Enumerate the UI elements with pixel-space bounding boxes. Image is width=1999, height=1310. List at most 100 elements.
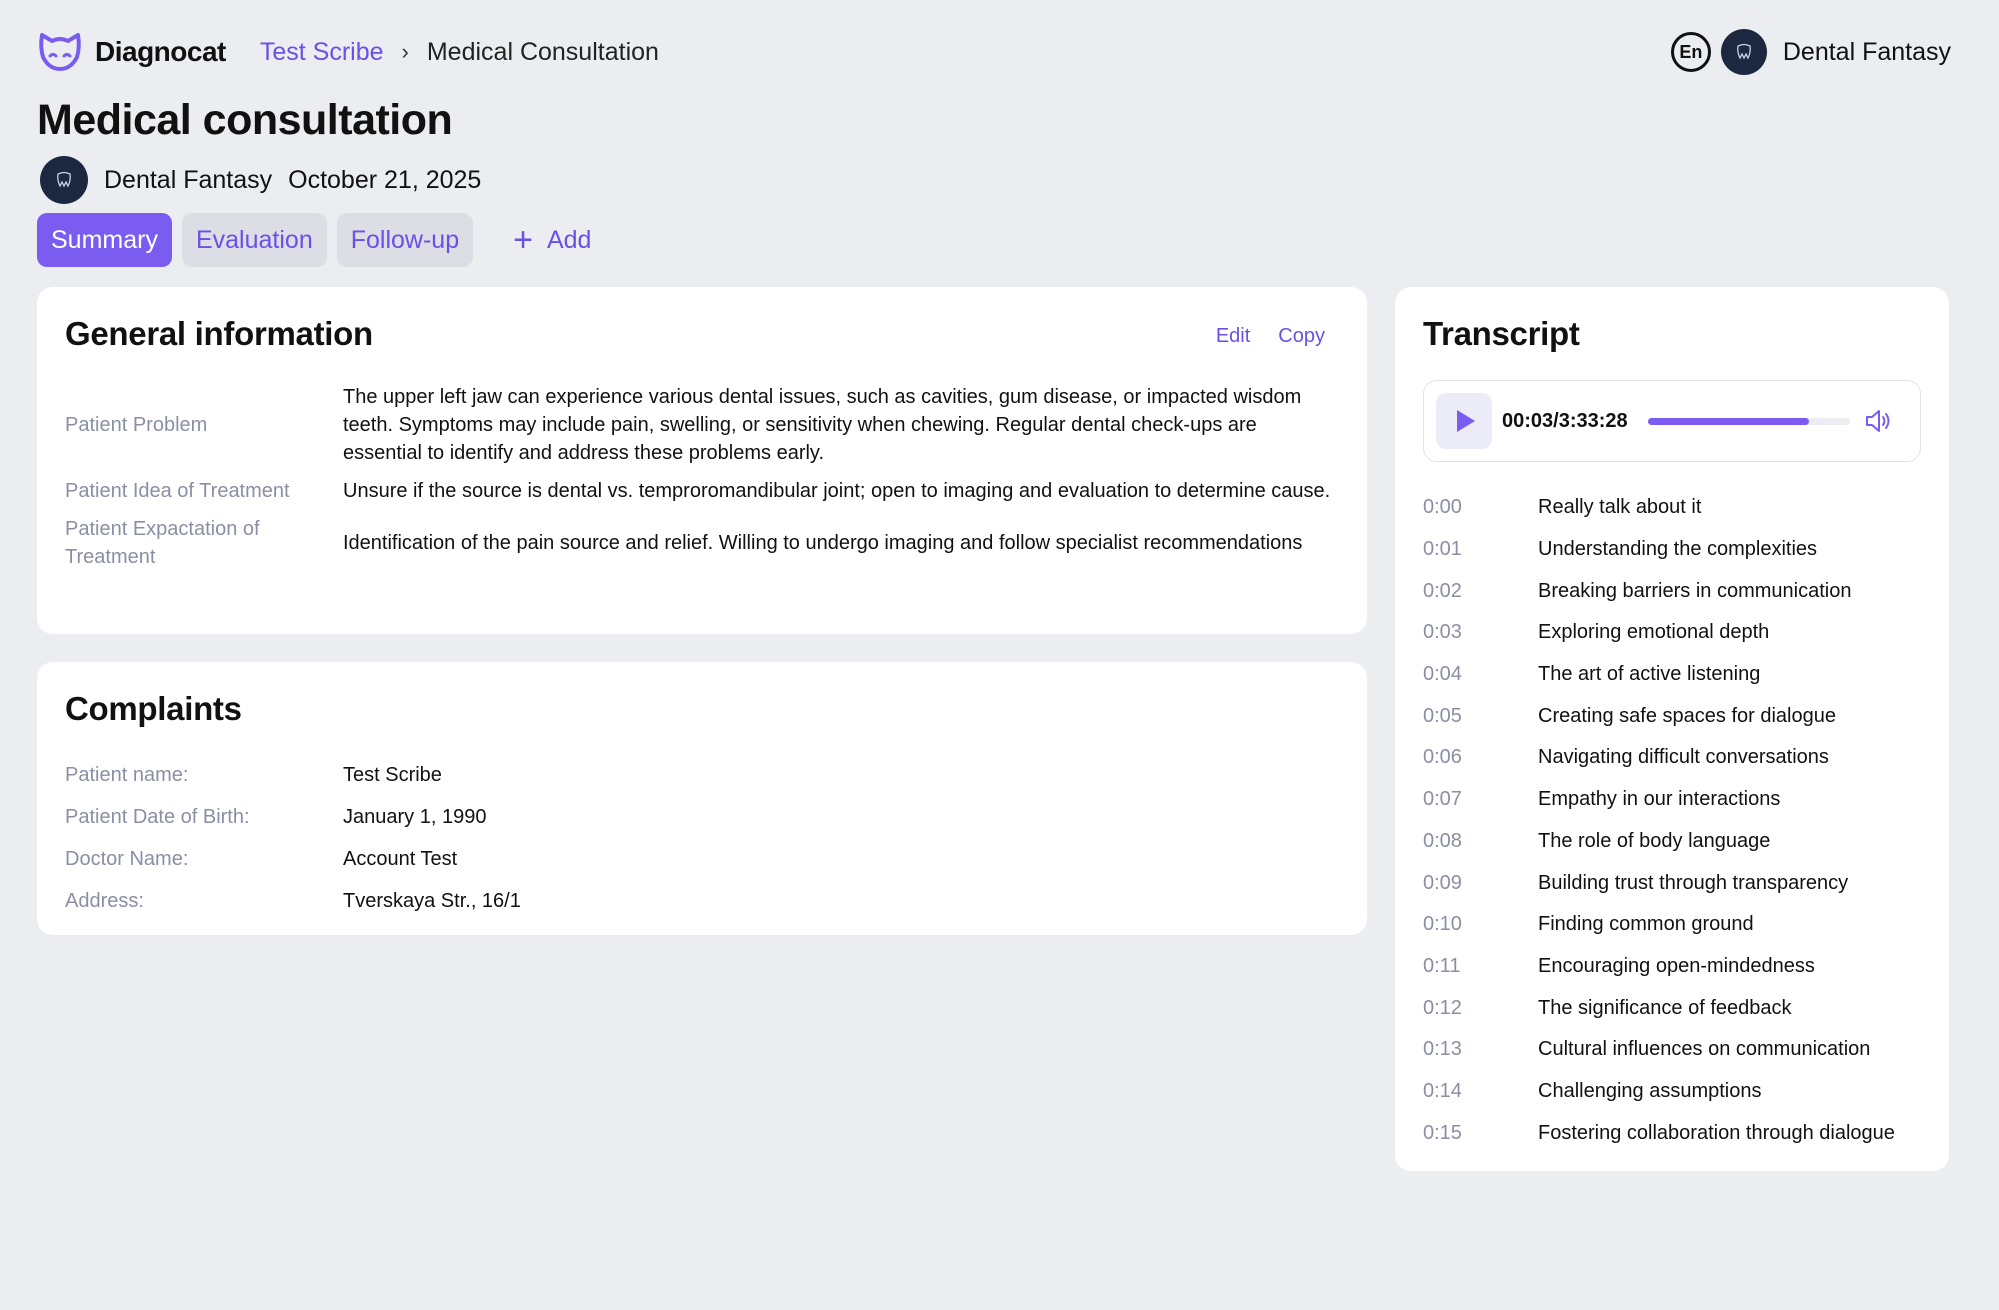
transcript-timestamp[interactable]: 0:00 [1423,496,1538,519]
edit-button[interactable]: Edit [1216,325,1250,348]
transcript-timestamp[interactable]: 0:04 [1423,663,1538,686]
transcript-line[interactable]: 0:08 The role of body language [1423,821,1933,863]
transcript-line[interactable]: 0:09 Building trust through transparency [1423,862,1933,904]
dental-clinic-logo [57,171,71,188]
tab-follow-up[interactable]: Follow-up [336,213,474,267]
info-table: Patient Problem The upper left jaw can e… [65,383,1335,581]
transcript-list: 0:00 Really talk about it 0:01 Understandin… [1423,487,1933,1154]
field-value: January 1, 1990 [343,805,487,828]
transcript-timestamp[interactable]: 0:12 [1423,997,1538,1020]
transcript-line[interactable]: 0:02 Breaking barriers in communication [1423,570,1933,612]
transcript-line[interactable]: 0:00 Really talk about it [1423,487,1933,529]
info-label: Patient Problem [65,414,208,436]
transcript-text: Exploring emotional depth [1538,621,1770,644]
complaints-card: Complaints Patient name: Test Scribe Pat… [37,662,1367,935]
transcript-timestamp[interactable]: 0:14 [1423,1080,1538,1103]
progress-bar[interactable] [1647,417,1850,425]
user-area: En Dental Fantasy [1670,29,1951,75]
playback-time: 00:03/3:33:28 [1502,409,1628,432]
transcript-card: Transcript 00:03/3:33:28 0:00 Really talk… [1395,287,1949,1171]
field-value: Tverskaya Str., 16/1 [343,889,521,912]
breadcrumb-current: Medical Consultation [426,37,659,66]
transcript-timestamp[interactable]: 0:06 [1423,746,1538,769]
transcript-timestamp[interactable]: 0:01 [1423,538,1538,561]
copy-button[interactable]: Copy [1278,325,1325,348]
info-label: Patient Idea of Treatment [65,480,290,502]
meta-date: October 21, 2025 [288,165,482,194]
transcript-timestamp[interactable]: 0:05 [1423,705,1538,728]
transcript-timestamp[interactable]: 0:07 [1423,788,1538,811]
transcript-text: The significance of feedback [1538,996,1792,1019]
plus-icon: + [513,221,533,259]
complaints-list: Patient name: Test Scribe Patient Date o… [65,754,521,922]
org-name[interactable]: Dental Fantasy [1783,38,1951,67]
transcript-line[interactable]: 0:03 Exploring emotional depth [1423,612,1933,654]
field-label: Doctor Name: [65,847,189,870]
transcript-line[interactable]: 0:06 Navigating difficult conversations [1423,737,1933,779]
avatar [40,156,88,204]
info-row: Patient Expactation of Treatment Identif… [65,515,1335,571]
add-label: Add [546,225,592,254]
transcript-timestamp[interactable]: 0:10 [1423,913,1538,936]
list-item: Address: Tverskaya Str., 16/1 [65,880,521,922]
transcript-text: The art of active listening [1538,663,1761,686]
transcript-line[interactable]: 0:10 Finding common ground [1423,904,1933,946]
transcript-line[interactable]: 0:04 The art of active listening [1423,654,1933,696]
tab-evaluation[interactable]: Evaluation [181,213,327,267]
transcript-timestamp[interactable]: 0:15 [1423,1122,1538,1145]
transcript-line[interactable]: 0:11 Encouraging open-mindedness [1423,946,1933,988]
transcript-text: Understanding the complexities [1538,538,1818,561]
transcript-text: Building trust through transparency [1538,871,1849,894]
transcript-text: Fostering collaboration through dialogue [1538,1121,1895,1144]
audio-player: 00:03/3:33:28 [1423,380,1921,462]
add-tab-button[interactable]: + Add [513,223,591,257]
info-label: Patient Expactation of Treatment [65,518,260,568]
volume-icon[interactable] [1862,405,1894,437]
breadcrumb-link[interactable]: Test Scribe [260,38,384,67]
card-title: General information [65,315,373,352]
transcript-line[interactable]: 0:14 Challenging assumptions [1423,1071,1933,1113]
field-label: Address: [65,889,144,912]
transcript-text: Empathy in our interactions [1538,788,1781,811]
transcript-text: Breaking barriers in communication [1538,579,1852,602]
general-information-card: General information Edit Copy Patient Pr… [37,287,1367,634]
play-button[interactable] [1436,393,1492,449]
field-label: Patient Date of Birth: [65,805,250,828]
info-value: Unsure if the source is dental vs. tempr… [343,480,1331,502]
transcript-timestamp[interactable]: 0:13 [1423,1038,1538,1061]
transcript-timestamp[interactable]: 0:02 [1423,580,1538,603]
transcript-timestamp[interactable]: 0:11 [1423,955,1538,978]
list-item: Doctor Name: Account Test [65,838,521,880]
transcript-text: Finding common ground [1538,913,1754,936]
avatar[interactable] [1720,29,1767,75]
field-value: Test Scribe [343,763,442,786]
transcript-line[interactable]: 0:13 Cultural influences on communication [1423,1029,1933,1071]
chevron-right-icon: › [401,39,409,64]
breadcrumb: Test Scribe › Medical Consultation [260,38,659,67]
transcript-text: Cultural influences on communication [1538,1038,1871,1061]
transcript-timestamp[interactable]: 0:03 [1423,621,1538,644]
transcript-line[interactable]: 0:05 Creating safe spaces for dialogue [1423,695,1933,737]
progress-fill [1647,417,1810,425]
meta-org-name: Dental Fantasy [104,165,273,194]
list-item: Patient Date of Birth: January 1, 1990 [65,796,521,838]
transcript-timestamp[interactable]: 0:09 [1423,872,1538,895]
card-actions: Edit Copy [1188,325,1325,348]
transcript-text: The role of body language [1538,829,1771,852]
info-value: Identification of the pain source and re… [343,532,1303,554]
transcript-line[interactable]: 0:01 Understanding the complexities [1423,529,1933,571]
info-row: Patient Problem The upper left jaw can e… [65,383,1335,467]
consultation-meta: Dental Fantasy October 21, 2025 [40,156,481,204]
transcript-line[interactable]: 0:12 The significance of feedback [1423,987,1933,1029]
transcript-line[interactable]: 0:07 Empathy in our interactions [1423,779,1933,821]
transcript-timestamp[interactable]: 0:08 [1423,830,1538,853]
transcript-text: Creating safe spaces for dialogue [1538,704,1836,727]
field-label: Patient name: [65,763,189,786]
card-title: Transcript [1423,315,1580,352]
tab-bar: Summary Evaluation Follow-up + Add [37,213,591,267]
app-logo[interactable]: Diagnocat [37,29,226,75]
top-bar: Diagnocat Test Scribe › Medical Consulta… [37,28,1951,76]
language-switcher[interactable]: En [1670,32,1711,72]
transcript-line[interactable]: 0:15 Fostering collaboration through dial… [1423,1112,1933,1154]
tab-summary[interactable]: Summary [37,213,172,267]
